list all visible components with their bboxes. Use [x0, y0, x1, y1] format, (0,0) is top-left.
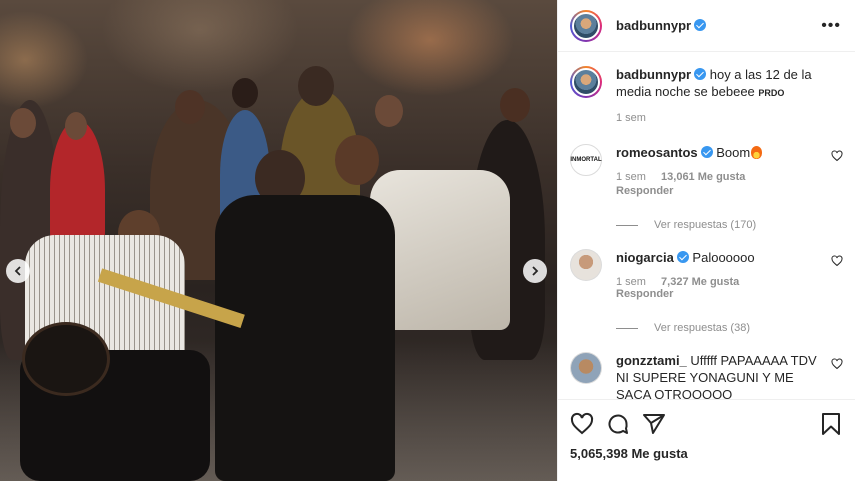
verified-badge-icon — [694, 19, 707, 31]
commenter-username[interactable]: romeosantos — [616, 145, 698, 160]
post-footer: 5,065,398 Me gusta — [558, 399, 855, 481]
view-replies-link[interactable]: Ver respuestas (38) — [616, 322, 823, 334]
chevron-left-icon — [14, 266, 21, 276]
verified-badge-icon — [676, 251, 689, 263]
post-header: badbunnypr ••• — [558, 0, 855, 52]
verified-badge-icon — [694, 68, 707, 80]
reply-button[interactable]: Responder — [616, 185, 673, 197]
caption-time: 1 sem — [616, 112, 646, 124]
caption-tag: PRDO — [758, 88, 785, 98]
verified-badge-icon — [700, 146, 713, 158]
comment-time: 1 sem — [616, 276, 646, 288]
view-replies-label: Ver respuestas (38) — [654, 322, 750, 334]
commenter-username[interactable]: gonzztami_ — [616, 353, 687, 368]
comment-text: Paloooooo — [692, 250, 755, 265]
comment-likes[interactable]: 13,061 Me gusta — [661, 171, 745, 183]
caption-text: badbunnypr hoy a las 12 de la media noch… — [616, 66, 823, 102]
commenter-avatar[interactable] — [570, 249, 602, 281]
small-heart-icon[interactable] — [831, 255, 843, 267]
chevron-right-icon — [532, 266, 539, 276]
bookmark-icon[interactable] — [819, 412, 843, 436]
performer-head — [335, 135, 379, 185]
commenter-avatar[interactable]: INMORTAL — [570, 144, 602, 176]
comment-row: INMORTAL romeosantos Boom 1 sem 13,061 M… — [570, 144, 843, 231]
comment-time: 1 sem — [616, 171, 646, 183]
view-replies-label: Ver respuestas (170) — [654, 219, 757, 231]
small-heart-icon[interactable] — [831, 358, 843, 370]
author-avatar[interactable] — [570, 66, 602, 98]
crowd-head — [298, 66, 334, 106]
commenter-avatar[interactable] — [570, 352, 602, 384]
crowd-head — [375, 95, 403, 127]
heart-icon[interactable] — [570, 412, 594, 436]
crowd-head — [175, 90, 205, 124]
reply-button[interactable]: Responder — [616, 288, 673, 300]
crowd-head — [10, 108, 36, 138]
small-heart-icon[interactable] — [831, 150, 843, 162]
action-bar — [570, 410, 843, 438]
fire-emoji — [751, 146, 763, 159]
crowd-head — [65, 112, 87, 140]
black-jacket — [215, 195, 395, 481]
comments-list: badbunnypr hoy a las 12 de la media noch… — [558, 66, 855, 399]
comment-text: Boom — [716, 145, 751, 160]
commenter-username[interactable]: niogarcia — [616, 250, 674, 265]
comment-row: gonzztami_ Ufffff PAPAAAAA TDV NI SUPERE… — [570, 352, 843, 399]
post-photo[interactable] — [0, 0, 557, 481]
author-username[interactable]: badbunnypr — [616, 18, 691, 33]
comment-icon[interactable] — [606, 412, 630, 436]
caption-username[interactable]: badbunnypr — [616, 67, 691, 82]
next-image-button[interactable] — [523, 259, 547, 283]
post-side-panel: badbunnypr ••• badbunnypr hoy a las 12 d… — [557, 0, 855, 481]
prev-image-button[interactable] — [6, 259, 30, 283]
crowd-head — [500, 88, 530, 122]
comment-row: niogarcia Paloooooo 1 sem 7,327 Me gusta… — [570, 249, 843, 334]
view-replies-link[interactable]: Ver respuestas (170) — [616, 219, 823, 231]
more-options-icon[interactable]: ••• — [821, 17, 841, 35]
share-icon[interactable] — [642, 412, 666, 436]
author-avatar[interactable] — [570, 9, 602, 42]
post-likes-count[interactable]: 5,065,398 Me gusta — [570, 446, 843, 461]
crowd-head — [232, 78, 258, 108]
caption-row: badbunnypr hoy a las 12 de la media noch… — [570, 66, 843, 124]
comment-likes[interactable]: 7,327 Me gusta — [661, 276, 739, 288]
guitar — [22, 322, 110, 396]
